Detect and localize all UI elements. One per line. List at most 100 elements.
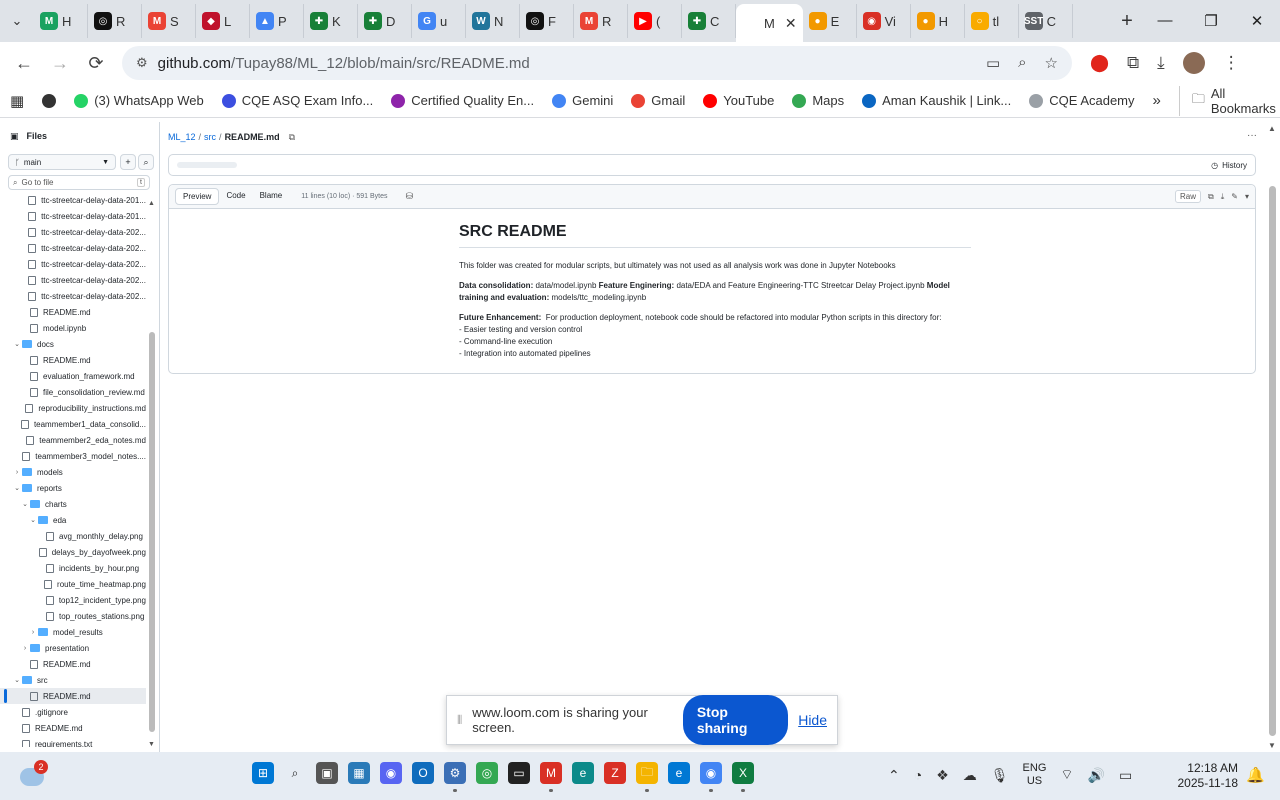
search-icon[interactable]: ⌕: [284, 762, 306, 784]
scroll-down-icon[interactable]: ▼: [1268, 741, 1276, 750]
bookmark-item[interactable]: Gmail: [631, 93, 685, 108]
tab-preview[interactable]: Preview: [175, 188, 220, 205]
symbols-icon[interactable]: ⛁: [406, 191, 414, 202]
copy-icon[interactable]: ⧉: [1208, 192, 1214, 202]
bookmark-item[interactable]: Maps: [792, 93, 844, 108]
raw-button[interactable]: Raw: [1175, 190, 1202, 203]
terminal-icon[interactable]: ▭: [508, 762, 530, 784]
tree-file[interactable]: route_time_heatmap.png: [0, 576, 146, 592]
tab-code[interactable]: Code: [219, 188, 252, 205]
drag-handle-icon[interactable]: ⦀: [457, 713, 462, 728]
battery-icon[interactable]: ▭: [1119, 767, 1132, 784]
tree-file[interactable]: model.ipynb: [0, 320, 146, 336]
maximize-icon[interactable]: ❐: [1188, 12, 1234, 30]
tree-file[interactable]: ttc-streetcar-delay-data-201...: [0, 192, 146, 208]
bookmark-item[interactable]: CQE Academy: [1029, 93, 1135, 108]
page-scrollbar[interactable]: ▲ ▼: [1266, 122, 1278, 752]
profile-avatar[interactable]: [1182, 52, 1205, 74]
weather-widget[interactable]: 2: [18, 760, 48, 790]
tree-file[interactable]: top12_incident_type.png: [0, 592, 146, 608]
scroll-down-icon[interactable]: ▼: [148, 741, 155, 748]
address-bar[interactable]: ⚙ github.com/Tupay88/ML_12/blob/main/src…: [122, 46, 1072, 80]
search-files-button[interactable]: ⌕: [138, 154, 154, 170]
browser-tab[interactable]: ✚ K: [304, 4, 358, 38]
browser-tab[interactable]: MS: [142, 4, 196, 38]
more-bookmarks-icon[interactable]: »: [1153, 92, 1161, 109]
tray-app-icon[interactable]: ◔: [914, 767, 922, 783]
browser-tab[interactable]: ◎ R: [88, 4, 142, 38]
site-info-icon[interactable]: ⚙: [136, 55, 148, 71]
clock[interactable]: 12:18 AM 2025-11-18: [1168, 761, 1239, 791]
browser-tab[interactable]: MR: [574, 4, 628, 38]
tree-file[interactable]: requirements.txt: [0, 736, 146, 747]
download-icon[interactable]: ⤓: [1221, 192, 1225, 202]
copy-path-icon[interactable]: ⧉: [289, 132, 295, 143]
tab-blame[interactable]: Blame: [253, 188, 290, 205]
edge-icon[interactable]: e: [572, 762, 594, 784]
close-window-icon[interactable]: ✕: [1234, 12, 1280, 30]
scrollbar-thumb[interactable]: [1269, 186, 1276, 736]
browser-tab[interactable]: ● H: [911, 4, 965, 38]
stop-sharing-button[interactable]: Stop sharing: [682, 695, 789, 745]
mail-icon[interactable]: M: [540, 762, 562, 792]
history-button[interactable]: ◷ History: [1211, 161, 1247, 170]
tree-file[interactable]: incidents_by_hour.png: [0, 560, 146, 576]
minimize-icon[interactable]: —: [1142, 12, 1188, 30]
tree-folder[interactable]: › presentation: [0, 640, 146, 656]
browser-tab[interactable]: M ✕: [736, 4, 803, 42]
excel-icon[interactable]: X: [732, 762, 754, 792]
task-view-icon[interactable]: ▣: [316, 762, 338, 784]
hide-button[interactable]: Hide: [798, 712, 827, 728]
outlook-icon[interactable]: O: [412, 762, 434, 784]
browser-tab[interactable]: ○ tl: [965, 4, 1019, 38]
breadcrumb-dir[interactable]: src: [204, 132, 216, 143]
browser-tab[interactable]: ◎ F: [520, 4, 574, 38]
extension-opera-icon[interactable]: ⬤: [1090, 53, 1109, 73]
download-icon[interactable]: ⤓: [1157, 53, 1165, 73]
discord-icon[interactable]: ◉: [380, 762, 402, 784]
start-icon[interactable]: ⊞: [252, 762, 274, 784]
tree-file[interactable]: ttc-streetcar-delay-data-202...: [0, 256, 146, 272]
browser-tab[interactable]: ✚ C: [682, 4, 736, 38]
back-button[interactable]: ←: [6, 53, 42, 74]
bookmark-item[interactable]: (3) WhatsApp Web: [74, 93, 204, 108]
browser-tab[interactable]: ◆ L: [196, 4, 250, 38]
tree-folder[interactable]: ⌄ eda: [0, 512, 146, 528]
bookmark-star-icon[interactable]: ☆: [1045, 54, 1058, 72]
browser-tab[interactable]: MH: [34, 4, 88, 38]
bookmark-item[interactable]: YouTube: [703, 93, 774, 108]
dropbox-icon[interactable]: ❖: [936, 767, 949, 784]
close-tab-icon[interactable]: ✕: [785, 15, 797, 32]
tree-file[interactable]: README.md: [0, 304, 146, 320]
forward-button[interactable]: →: [42, 53, 78, 74]
browser-tab[interactable]: WN: [466, 4, 520, 38]
sidebar-toggle-icon[interactable]: ▣: [10, 131, 19, 142]
tab-search-button[interactable]: ⌄: [0, 4, 34, 38]
tree-file[interactable]: README.md: [0, 720, 146, 736]
tree-file[interactable]: teammember1_data_consolid...: [0, 416, 146, 432]
edge-browser-icon[interactable]: e: [668, 762, 690, 784]
volume-icon[interactable]: 🔊: [1088, 767, 1105, 784]
browser-tab[interactable]: ▶(: [628, 4, 682, 38]
wifi-icon[interactable]: ⌔: [1060, 766, 1073, 784]
tree-file[interactable]: README.md: [0, 352, 146, 368]
tree-folder[interactable]: › models: [0, 464, 146, 480]
tree-file[interactable]: top_routes_stations.png: [0, 608, 146, 624]
tree-file[interactable]: teammember3_model_notes....: [0, 448, 146, 464]
breadcrumb-repo[interactable]: ML_12: [168, 132, 196, 143]
bookmark-item[interactable]: [42, 93, 57, 108]
app-icon[interactable]: ⚙: [444, 762, 466, 792]
sidebar-scrollbar[interactable]: ▲ ▼: [148, 200, 156, 748]
file-explorer-icon[interactable]: 🗀: [636, 762, 658, 792]
install-app-icon[interactable]: ▭: [986, 54, 1000, 72]
tree-file[interactable]: ttc-streetcar-delay-data-202...: [0, 224, 146, 240]
tree-folder[interactable]: ⌄ charts: [0, 496, 146, 512]
add-file-button[interactable]: +: [120, 154, 136, 170]
scroll-up-icon[interactable]: ▲: [148, 200, 155, 207]
tree-file[interactable]: ttc-streetcar-delay-data-202...: [0, 272, 146, 288]
scrollbar-thumb[interactable]: [149, 332, 155, 732]
all-bookmarks-button[interactable]: 🗀 All Bookmarks: [1178, 85, 1276, 116]
branch-selector[interactable]: ᚴ main ▼: [8, 154, 116, 170]
new-tab-button[interactable]: +: [1112, 10, 1142, 33]
browser-tab[interactable]: ● E: [803, 4, 857, 38]
